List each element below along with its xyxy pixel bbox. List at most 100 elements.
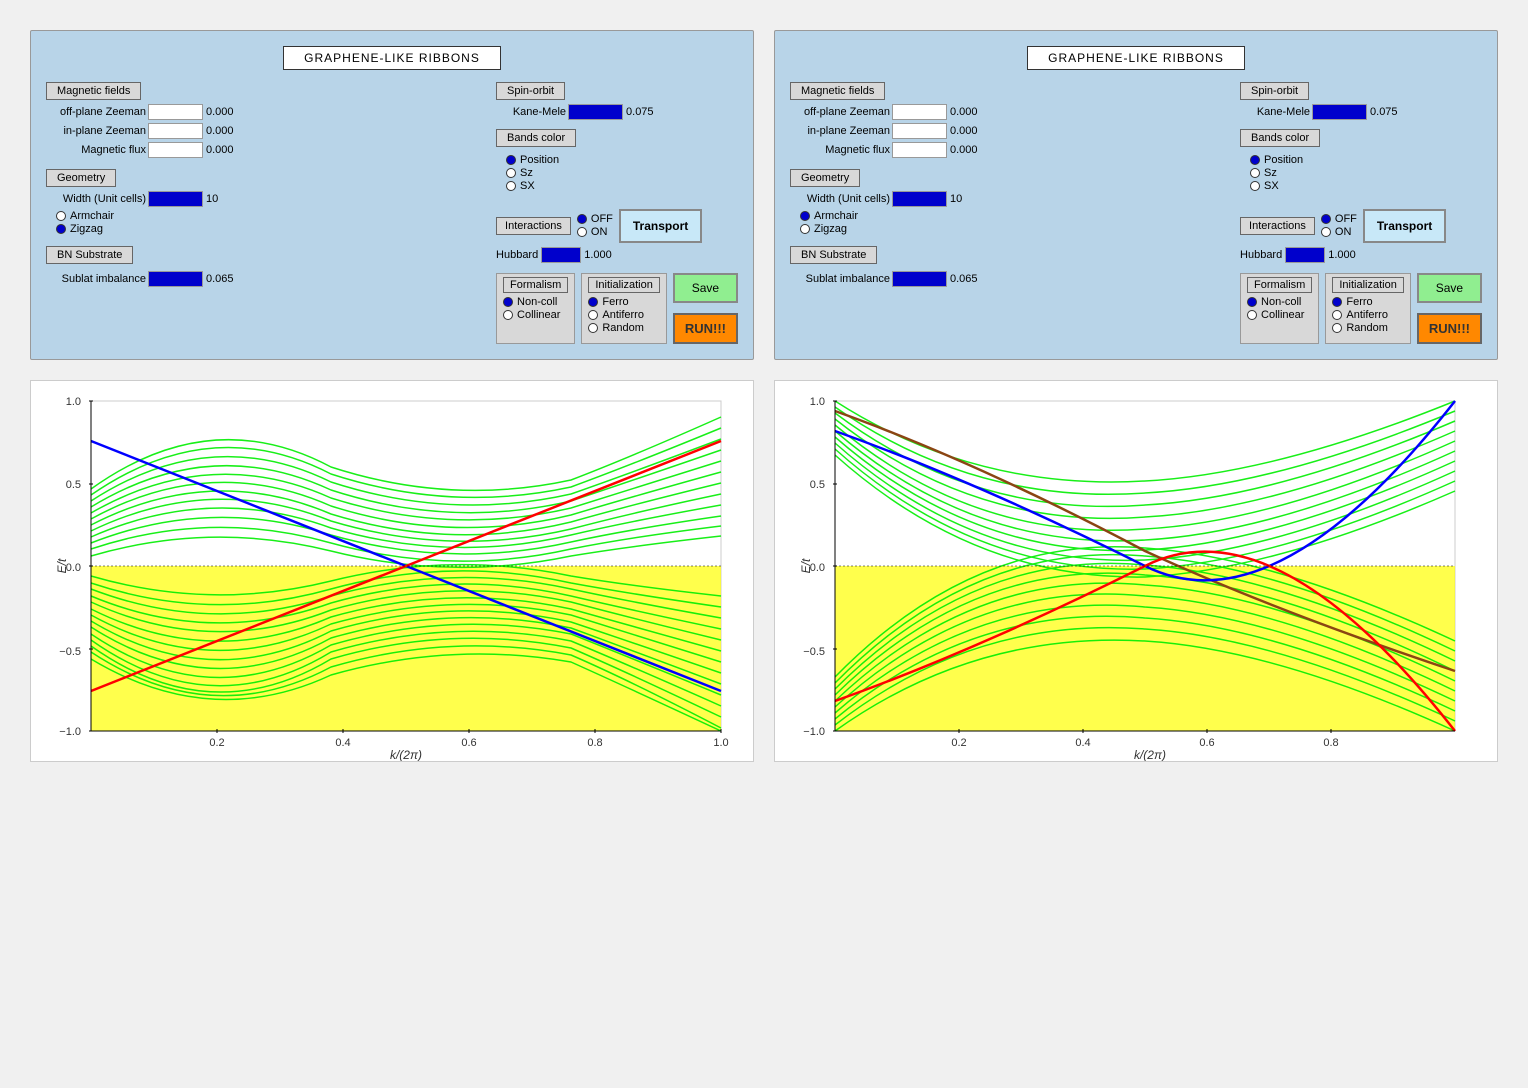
mag-flux-row-1: Magnetic flux 0.000 — [46, 142, 488, 158]
hubbard-input-2[interactable] — [1285, 247, 1325, 263]
zigzag-radio-dot-1 — [56, 224, 66, 234]
sz-radio-1[interactable]: Sz — [506, 167, 738, 179]
svg-text:1.0: 1.0 — [66, 396, 81, 408]
chart-2: 1.0 0.5 0.0 −0.5 −1.0 0.2 0.4 0.6 — [774, 380, 1498, 762]
geometry-label-1: Geometry — [46, 169, 116, 187]
svg-text:−1.0: −1.0 — [803, 726, 825, 738]
sx-radio-2[interactable]: SX — [1250, 180, 1482, 192]
armchair-radio-1[interactable]: Armchair — [56, 210, 488, 222]
off-plane-value-2: 0.000 — [950, 106, 978, 118]
off-radio-2[interactable]: OFF — [1321, 213, 1357, 225]
collinear-dot-2 — [1247, 310, 1257, 320]
zigzag-radio-1[interactable]: Zigzag — [56, 223, 488, 235]
position-radio-1[interactable]: Position — [506, 154, 738, 166]
on-radio-1[interactable]: ON — [577, 226, 613, 238]
mag-flux-row-2: Magnetic flux 0.000 — [790, 142, 1232, 158]
antiferro-radio-2[interactable]: Antiferro — [1332, 309, 1403, 321]
kane-mele-input-1[interactable] — [568, 104, 623, 120]
hubbard-row-2: Hubbard 1.000 — [1240, 247, 1482, 263]
zigzag-radio-dot-2 — [800, 224, 810, 234]
width-input-2[interactable] — [892, 191, 947, 207]
init-label-2: Initialization — [1332, 277, 1403, 293]
kane-mele-input-2[interactable] — [1312, 104, 1367, 120]
kane-mele-value-1: 0.075 — [626, 106, 654, 118]
sublat-input-1[interactable] — [148, 271, 203, 287]
mag-flux-input-2[interactable] — [892, 142, 947, 158]
position-radio-2[interactable]: Position — [1250, 154, 1482, 166]
sublat-input-2[interactable] — [892, 271, 947, 287]
panel-1-title: GRAPHENE-LIKE RIBBONS — [46, 46, 738, 70]
kane-mele-row-2: Kane-Mele 0.075 — [1240, 104, 1482, 120]
armchair-radio-dot-2 — [800, 211, 810, 221]
in-plane-input-2[interactable] — [892, 123, 947, 139]
hubbard-value-1: 1.000 — [584, 249, 612, 261]
sz-radio-2[interactable]: Sz — [1250, 167, 1482, 179]
geometry-label-2: Geometry — [790, 169, 860, 187]
ferro-dot-1 — [588, 297, 598, 307]
run-btn-2[interactable]: RUN!!! — [1417, 313, 1482, 344]
kane-mele-value-2: 0.075 — [1370, 106, 1398, 118]
transport-btn-1[interactable]: Transport — [619, 209, 702, 243]
ferro-dot-2 — [1332, 297, 1342, 307]
antiferro-label-2: Antiferro — [1346, 309, 1388, 321]
spin-orbit-label-2: Spin-orbit — [1240, 82, 1309, 100]
chart-1-svg: 1.0 0.5 0.0 −0.5 −1.0 0.2 0.4 0.6 — [31, 381, 751, 761]
ferro-radio-2[interactable]: Ferro — [1332, 296, 1403, 308]
hubbard-input-1[interactable] — [541, 247, 581, 263]
noncoll-label-1: Non-coll — [517, 296, 557, 308]
off-plane-input-2[interactable] — [892, 104, 947, 120]
off-plane-input-1[interactable] — [148, 104, 203, 120]
svg-text:0.5: 0.5 — [66, 479, 81, 491]
width-label-1: Width (Unit cells) — [46, 193, 146, 205]
in-plane-value-2: 0.000 — [950, 125, 978, 137]
in-plane-row-2: in-plane Zeeman 0.000 — [790, 123, 1232, 139]
mag-flux-input-1[interactable] — [148, 142, 203, 158]
random-dot-1 — [588, 323, 598, 333]
sx-radio-dot-2 — [1250, 181, 1260, 191]
zigzag-radio-2[interactable]: Zigzag — [800, 223, 1232, 235]
noncoll-radio-2[interactable]: Non-coll — [1247, 296, 1312, 308]
init-box-2: Initialization Ferro Antiferro Random — [1325, 273, 1410, 344]
transport-btn-2[interactable]: Transport — [1363, 209, 1446, 243]
off-radio-dot-1 — [577, 214, 587, 224]
save-btn-1[interactable]: Save — [673, 273, 738, 303]
off-radio-1[interactable]: OFF — [577, 213, 613, 225]
run-btn-1[interactable]: RUN!!! — [673, 313, 738, 344]
in-plane-input-1[interactable] — [148, 123, 203, 139]
mag-flux-label-2: Magnetic flux — [790, 144, 890, 156]
collinear-label-1: Collinear — [517, 309, 560, 321]
panel-2-title: GRAPHENE-LIKE RIBBONS — [790, 46, 1482, 70]
collinear-radio-2[interactable]: Collinear — [1247, 309, 1312, 321]
sublat-label-1: Sublat imbalance — [46, 273, 146, 285]
svg-text:−0.5: −0.5 — [803, 646, 825, 658]
svg-text:k/(2π): k/(2π) — [390, 748, 422, 761]
random-radio-1[interactable]: Random — [588, 322, 659, 334]
geometry-radio-group-1: Armchair Zigzag — [56, 210, 488, 235]
geometry-section-2: Geometry Width (Unit cells) 10 Armchair — [790, 169, 1232, 235]
noncoll-radio-1[interactable]: Non-coll — [503, 296, 568, 308]
off-plane-row-2: off-plane Zeeman 0.000 — [790, 104, 1232, 120]
sz-radio-dot-2 — [1250, 168, 1260, 178]
geometry-section-1: Geometry Width (Unit cells) 10 Armchair — [46, 169, 488, 235]
armchair-label-1: Armchair — [70, 210, 114, 222]
sx-radio-1[interactable]: SX — [506, 180, 738, 192]
random-radio-2[interactable]: Random — [1332, 322, 1403, 334]
save-btn-2[interactable]: Save — [1417, 273, 1482, 303]
interactions-section-2: Interactions OFF ON Transport — [1240, 209, 1482, 263]
hubbard-value-2: 1.000 — [1328, 249, 1356, 261]
ferro-radio-1[interactable]: Ferro — [588, 296, 659, 308]
formalism-box-2: Formalism Non-coll Collinear — [1240, 273, 1319, 344]
width-input-1[interactable] — [148, 191, 203, 207]
in-plane-value-1: 0.000 — [206, 125, 234, 137]
sublat-row-2: Sublat imbalance 0.065 — [790, 271, 1232, 287]
armchair-radio-2[interactable]: Armchair — [800, 210, 1232, 222]
init-label-1: Initialization — [588, 277, 659, 293]
on-radio-dot-2 — [1321, 227, 1331, 237]
rightmost-col-1: Save RUN!!! — [673, 273, 738, 344]
mag-flux-value-2: 0.000 — [950, 144, 978, 156]
position-label-1: Position — [520, 154, 559, 166]
collinear-radio-1[interactable]: Collinear — [503, 309, 568, 321]
on-radio-2[interactable]: ON — [1321, 226, 1357, 238]
sx-label-2: SX — [1264, 180, 1279, 192]
antiferro-radio-1[interactable]: Antiferro — [588, 309, 659, 321]
